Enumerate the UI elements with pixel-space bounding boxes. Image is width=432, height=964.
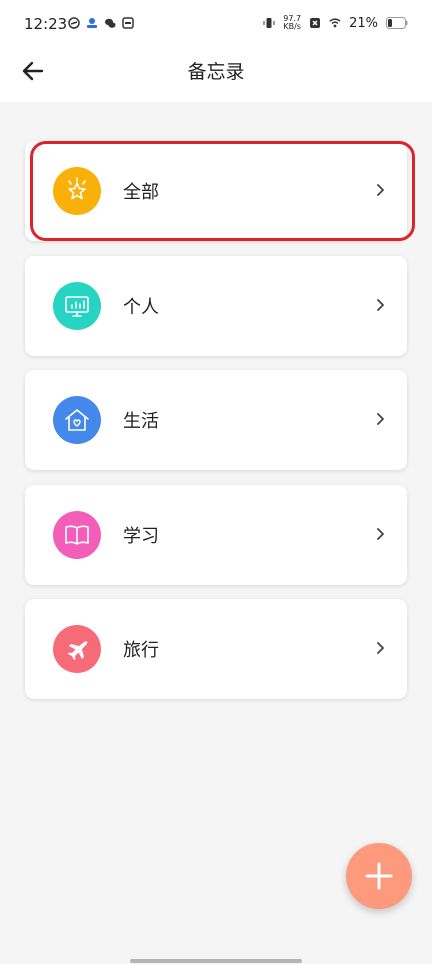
category-item-study[interactable]: 学习 [25,485,407,585]
category-item-life[interactable]: 生活 [25,370,407,470]
vibrate-icon [263,18,275,28]
add-button[interactable] [346,843,412,909]
category-icon-circle [53,511,101,559]
status-bar: 12:23 97.7 KB/s 21% [0,0,432,50]
wechat-icon [105,18,116,28]
category-item-travel[interactable]: 旅行 [25,599,407,699]
system-status-icons: 97.7 KB/s 21% [263,15,408,31]
category-icon-circle [53,396,101,444]
battery-icon [386,17,408,29]
home-indicator[interactable] [130,959,302,963]
category-item-personal[interactable]: 个人 [25,256,407,356]
home-heart-icon [65,409,89,431]
star-icon [68,177,86,200]
book-icon [65,525,89,545]
chevron-right-icon [377,413,384,425]
page-title: 备忘录 [187,61,245,83]
category-label: 学习 [123,526,159,547]
category-icon-circle [53,282,101,330]
category-icon-circle [53,625,101,673]
chevron-right-icon [377,528,384,540]
status-time: 12:23 [24,15,68,33]
net-speed-unit: KB/s [283,22,301,31]
wifi-icon [329,18,341,28]
battery-percent: 21% [349,15,378,31]
category-icon-circle [53,167,101,215]
app-header: 备忘录 [0,50,432,102]
chevron-right-icon [377,299,384,311]
mail-icon [122,17,134,29]
sim-off-icon [310,18,321,28]
category-label: 旅行 [123,640,159,661]
net-speed: 97.7 KB/s [283,15,301,31]
notification-icons [68,17,134,29]
category-label: 生活 [123,411,159,432]
airplane-icon [68,641,88,660]
chevron-right-icon [377,184,384,196]
category-item-all[interactable]: 全部 [25,141,407,241]
plus-icon [365,862,393,890]
category-label: 个人 [123,297,159,318]
monitor-chart-icon [65,296,89,317]
category-label: 全部 [123,182,159,203]
app-notification-icon [68,17,80,29]
account-notification-icon [87,18,97,28]
chevron-right-icon [377,642,384,654]
